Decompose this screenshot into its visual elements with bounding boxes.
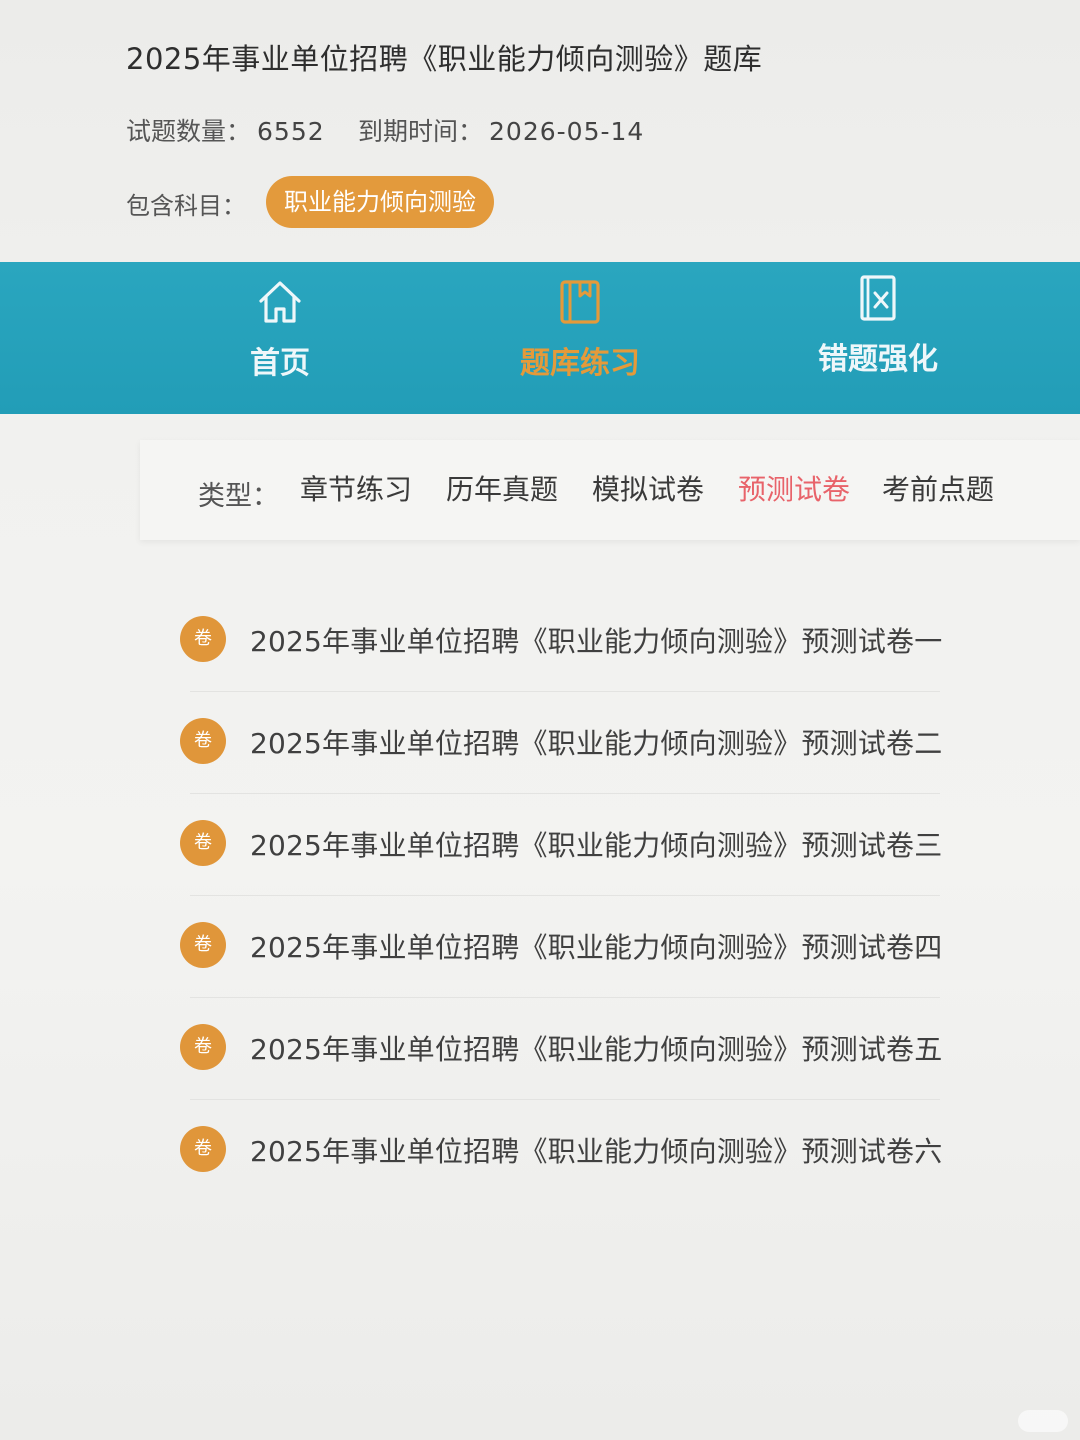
nav-wrong-questions-label: 错题强化 — [818, 342, 938, 377]
question-count: 试题数量： 6552 — [126, 112, 325, 148]
paper-title[interactable]: 2025年事业单位招聘《职业能力倾向测验》预测试卷五 — [250, 1028, 942, 1068]
main-nav-bar: 首页 题库练习 错题强化 — [0, 262, 1080, 414]
question-bank-header: 2025年事业单位招聘《职业能力倾向测验》题库 试题数量： 6552 到期时间： 2… — [0, 0, 1080, 262]
book-icon — [560, 280, 600, 324]
nav-home[interactable]: 首页 — [180, 276, 380, 382]
expiry-date: 到期时间： 2026-05-14 — [358, 112, 644, 148]
question-count-value: 6552 — [257, 117, 325, 146]
subject-label: 包含科目： — [126, 192, 246, 220]
type-filter-bar: 类型： 章节练习 历年真题 模拟试卷 预测试卷 考前点题 — [140, 440, 1080, 540]
type-filter-label: 类型： — [198, 481, 279, 512]
paper-badge: 卷 — [180, 1126, 226, 1172]
row-divider — [190, 1099, 940, 1100]
filter-chapter-practice[interactable]: 章节练习 — [300, 468, 412, 508]
nav-question-bank[interactable]: 题库练习 — [480, 276, 680, 382]
question-count-label: 试题数量： — [126, 117, 252, 146]
subject-pill[interactable]: 职业能力倾向测验 — [266, 176, 494, 228]
nav-question-bank-label: 题库练习 — [520, 346, 640, 381]
paper-badge: 卷 — [180, 616, 226, 662]
list-item[interactable]: 卷 2025年事业单位招聘《职业能力倾向测验》预测试卷一 — [180, 600, 942, 692]
row-divider — [190, 997, 940, 998]
filter-mock-exams[interactable]: 模拟试卷 — [592, 468, 704, 508]
list-item[interactable]: 卷 2025年事业单位招聘《职业能力倾向测验》预测试卷二 — [180, 702, 942, 794]
wrong-doc-icon — [860, 275, 896, 321]
paper-title[interactable]: 2025年事业单位招聘《职业能力倾向测验》预测试卷四 — [250, 926, 942, 966]
paper-title[interactable]: 2025年事业单位招聘《职业能力倾向测验》预测试卷二 — [250, 722, 942, 762]
paper-badge: 卷 — [180, 1024, 226, 1070]
paper-badge: 卷 — [180, 922, 226, 968]
row-divider — [190, 691, 940, 692]
row-divider — [190, 793, 940, 794]
expiry-date-label: 到期时间： — [358, 117, 484, 146]
list-item[interactable]: 卷 2025年事业单位招聘《职业能力倾向测验》预测试卷五 — [180, 1008, 942, 1100]
page-title: 2025年事业单位招聘《职业能力倾向测验》题库 — [126, 42, 763, 76]
nav-wrong-questions[interactable]: 错题强化 — [778, 272, 978, 378]
filter-past-exams[interactable]: 历年真题 — [446, 468, 558, 508]
row-divider — [190, 895, 940, 896]
filter-predict-exams[interactable]: 预测试卷 — [738, 468, 850, 508]
list-item[interactable]: 卷 2025年事业单位招聘《职业能力倾向测验》预测试卷六 — [180, 1110, 942, 1190]
watermark — [1018, 1410, 1068, 1432]
list-item[interactable]: 卷 2025年事业单位招聘《职业能力倾向测验》预测试卷四 — [180, 906, 942, 998]
home-icon — [259, 281, 301, 323]
list-item[interactable]: 卷 2025年事业单位招聘《职业能力倾向测验》预测试卷三 — [180, 804, 942, 896]
paper-title[interactable]: 2025年事业单位招聘《职业能力倾向测验》预测试卷三 — [250, 824, 942, 864]
paper-badge: 卷 — [180, 820, 226, 866]
paper-title[interactable]: 2025年事业单位招聘《职业能力倾向测验》预测试卷一 — [250, 620, 942, 660]
filter-pre-exam-points[interactable]: 考前点题 — [882, 468, 994, 508]
expiry-date-value: 2026-05-14 — [489, 117, 645, 146]
paper-badge: 卷 — [180, 718, 226, 764]
nav-home-label: 首页 — [250, 346, 310, 381]
paper-title[interactable]: 2025年事业单位招聘《职业能力倾向测验》预测试卷六 — [250, 1130, 942, 1170]
